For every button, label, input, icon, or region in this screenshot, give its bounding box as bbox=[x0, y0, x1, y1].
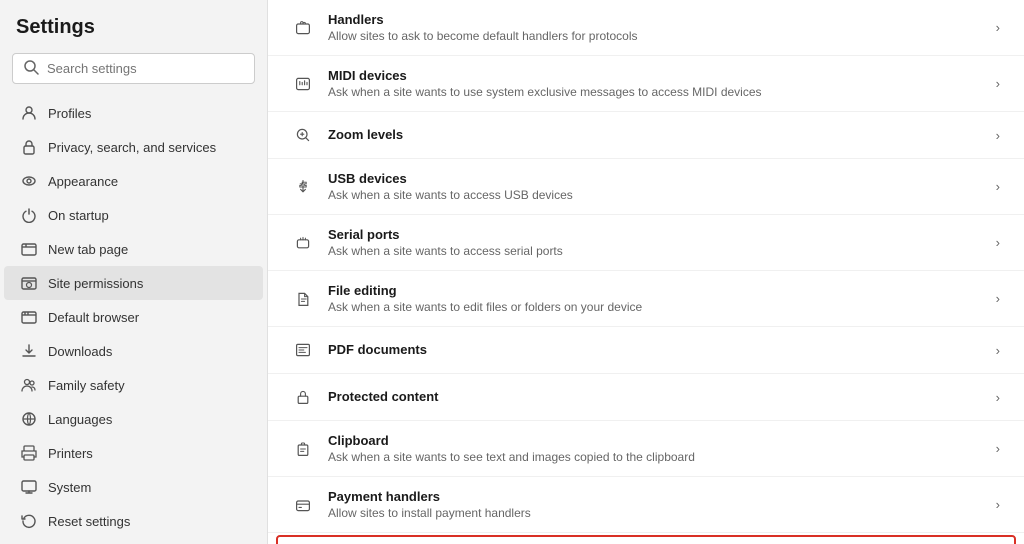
search-icon bbox=[23, 59, 39, 78]
midi-desc: Ask when a site wants to use system excl… bbox=[328, 85, 988, 99]
fileediting-icon bbox=[292, 288, 314, 310]
paymenthandlers-chevron: › bbox=[996, 497, 1000, 512]
usbdevices-chevron: › bbox=[996, 179, 1000, 194]
settings-row-fileediting[interactable]: File editing Ask when a site wants to edi… bbox=[268, 271, 1024, 327]
sidebar: Settings Profiles Privacy, search, and se… bbox=[0, 0, 268, 544]
settings-row-handlers[interactable]: Handlers Allow sites to ask to become def… bbox=[268, 0, 1024, 56]
newtab-icon bbox=[20, 240, 38, 258]
paymenthandlers-icon bbox=[292, 494, 314, 516]
sidebar-item-languages[interactable]: Languages bbox=[4, 402, 263, 436]
settings-row-mediaautoplay[interactable]: Media autoplay› bbox=[276, 535, 1016, 544]
handlers-title: Handlers bbox=[328, 12, 988, 27]
sidebar-item-onstartup[interactable]: On startup bbox=[4, 198, 263, 232]
fileediting-title: File editing bbox=[328, 283, 988, 298]
settings-row-zoomlevels[interactable]: Zoom levels › bbox=[268, 112, 1024, 159]
sidebar-label-onstartup: On startup bbox=[48, 208, 109, 223]
sidebar-item-defaultbrowser[interactable]: Default browser bbox=[4, 300, 263, 334]
clipboard-chevron: › bbox=[996, 441, 1000, 456]
settings-row-midi[interactable]: MIDI devices Ask when a site wants to use… bbox=[268, 56, 1024, 112]
sidebar-item-sitepermissions[interactable]: Site permissions bbox=[4, 266, 263, 300]
midi-chevron: › bbox=[996, 76, 1000, 91]
sidebar-item-profiles[interactable]: Profiles bbox=[4, 96, 263, 130]
paymenthandlers-title: Payment handlers bbox=[328, 489, 988, 504]
printer-icon bbox=[20, 444, 38, 462]
protectedcontent-chevron: › bbox=[996, 390, 1000, 405]
settings-row-serialports[interactable]: Serial ports Ask when a site wants to acc… bbox=[268, 215, 1024, 271]
system-icon bbox=[20, 478, 38, 496]
settings-row-usbdevices[interactable]: USB devices Ask when a site wants to acce… bbox=[268, 159, 1024, 215]
clipboard-icon bbox=[292, 438, 314, 460]
handlers-chevron: › bbox=[996, 20, 1000, 35]
lock-icon bbox=[20, 138, 38, 156]
settings-row-clipboard[interactable]: Clipboard Ask when a site wants to see te… bbox=[268, 421, 1024, 477]
sidebar-label-system: System bbox=[48, 480, 91, 495]
sidebar-item-privacy[interactable]: Privacy, search, and services bbox=[4, 130, 263, 164]
reset-icon bbox=[20, 512, 38, 530]
serialports-desc: Ask when a site wants to access serial p… bbox=[328, 244, 988, 258]
usbdevices-desc: Ask when a site wants to access USB devi… bbox=[328, 188, 988, 202]
serialports-title: Serial ports bbox=[328, 227, 988, 242]
pdfdocuments-title: PDF documents bbox=[328, 342, 988, 357]
sidebar-item-resetsettings[interactable]: Reset settings bbox=[4, 504, 263, 538]
person-icon bbox=[20, 104, 38, 122]
fileediting-chevron: › bbox=[996, 291, 1000, 306]
download-icon bbox=[20, 342, 38, 360]
sidebar-item-downloads[interactable]: Downloads bbox=[4, 334, 263, 368]
usbdevices-icon bbox=[292, 176, 314, 198]
sidebar-label-downloads: Downloads bbox=[48, 344, 112, 359]
sidebar-label-privacy: Privacy, search, and services bbox=[48, 140, 216, 155]
handlers-icon bbox=[292, 17, 314, 39]
sidebar-item-familysafety[interactable]: Family safety bbox=[4, 368, 263, 402]
sidebar-label-appearance: Appearance bbox=[48, 174, 118, 189]
sidebar-item-phonedevices[interactable]: Phone and other devices bbox=[4, 538, 263, 544]
protectedcontent-icon bbox=[292, 386, 314, 408]
sidebar-title: Settings bbox=[0, 16, 267, 53]
handlers-desc: Allow sites to ask to become default han… bbox=[328, 29, 988, 43]
sidebar-label-languages: Languages bbox=[48, 412, 112, 427]
search-input[interactable] bbox=[47, 61, 244, 76]
midi-icon bbox=[292, 73, 314, 95]
language-icon bbox=[20, 410, 38, 428]
clipboard-title: Clipboard bbox=[328, 433, 988, 448]
clipboard-desc: Ask when a site wants to see text and im… bbox=[328, 450, 988, 464]
usbdevices-title: USB devices bbox=[328, 171, 988, 186]
paymenthandlers-desc: Allow sites to install payment handlers bbox=[328, 506, 988, 520]
browser-icon bbox=[20, 308, 38, 326]
zoomlevels-title: Zoom levels bbox=[328, 127, 988, 142]
sidebar-label-resetsettings: Reset settings bbox=[48, 514, 130, 529]
eye-icon bbox=[20, 172, 38, 190]
serialports-chevron: › bbox=[996, 235, 1000, 250]
zoomlevels-chevron: › bbox=[996, 128, 1000, 143]
sidebar-item-system[interactable]: System bbox=[4, 470, 263, 504]
search-box[interactable] bbox=[12, 53, 255, 84]
serialports-icon bbox=[292, 232, 314, 254]
sidebar-item-printers[interactable]: Printers bbox=[4, 436, 263, 470]
sidebar-item-appearance[interactable]: Appearance bbox=[4, 164, 263, 198]
sidebar-label-profiles: Profiles bbox=[48, 106, 91, 121]
sidebar-label-sitepermissions: Site permissions bbox=[48, 276, 143, 291]
settings-row-pdfdocuments[interactable]: PDF documents › bbox=[268, 327, 1024, 374]
sidebar-label-defaultbrowser: Default browser bbox=[48, 310, 139, 325]
sidebar-item-newtab[interactable]: New tab page bbox=[4, 232, 263, 266]
family-icon bbox=[20, 376, 38, 394]
power-icon bbox=[20, 206, 38, 224]
protectedcontent-title: Protected content bbox=[328, 389, 988, 404]
fileediting-desc: Ask when a site wants to edit files or f… bbox=[328, 300, 988, 314]
pdfdocuments-chevron: › bbox=[996, 343, 1000, 358]
sidebar-label-familysafety: Family safety bbox=[48, 378, 125, 393]
siteperm-icon bbox=[20, 274, 38, 292]
sidebar-label-newtab: New tab page bbox=[48, 242, 128, 257]
midi-title: MIDI devices bbox=[328, 68, 988, 83]
settings-row-protectedcontent[interactable]: Protected content › bbox=[268, 374, 1024, 421]
pdfdocuments-icon bbox=[292, 339, 314, 361]
main-content: Handlers Allow sites to ask to become def… bbox=[268, 0, 1024, 544]
settings-row-paymenthandlers[interactable]: Payment handlers Allow sites to install p… bbox=[268, 477, 1024, 533]
sidebar-label-printers: Printers bbox=[48, 446, 93, 461]
zoomlevels-icon bbox=[292, 124, 314, 146]
